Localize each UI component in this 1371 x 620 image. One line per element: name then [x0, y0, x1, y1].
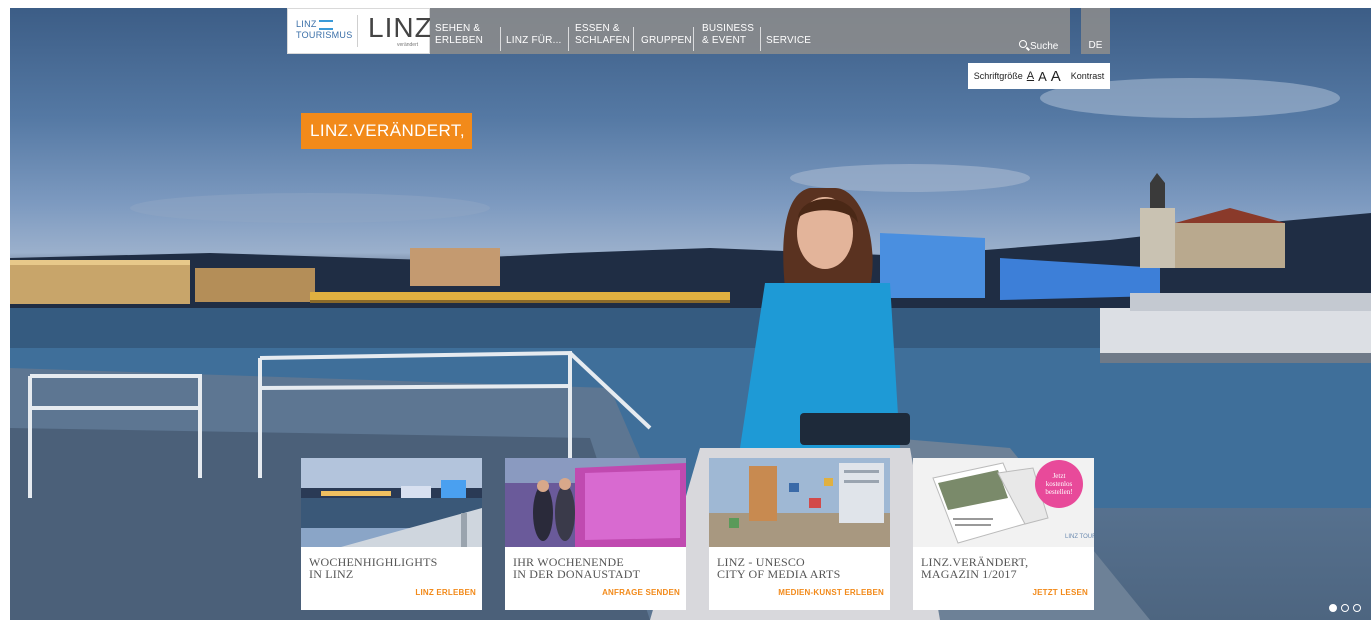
card-title: LINZ.VERÄNDERT, MAGAZIN 1/2017 — [921, 555, 1029, 581]
card-cta-link[interactable]: JETZT LESEN — [1032, 588, 1088, 597]
hero-scene — [10, 78, 1371, 620]
hero-image — [10, 8, 1371, 620]
font-size-large-button[interactable]: A — [1051, 68, 1061, 85]
main-navigation: SEHEN & ERLEBEN LINZ FÜR... ESSEN & SCHL… — [430, 8, 1070, 54]
card-cta-link[interactable]: ANFRAGE SENDEN — [602, 588, 680, 597]
carousel-dot-3[interactable] — [1353, 604, 1361, 612]
card-title: WOCHENHIGHLIGHTS IN LINZ — [309, 555, 438, 581]
hero-claim: LINZ.VERÄNDERT, — [301, 113, 472, 149]
search-icon — [1019, 40, 1027, 48]
search-label: Suche — [1030, 41, 1059, 52]
nav-separator — [568, 27, 569, 51]
linz-tourismus-logo: LINZ TOURISMUS — [296, 19, 353, 40]
nav-separator — [633, 27, 634, 51]
nav-separator — [693, 27, 694, 51]
teaser-card-magazin[interactable]: Jetzt kostenlos bestellen! LINZ TOURISMU… — [913, 458, 1094, 610]
badge-line3: bestellen! — [1045, 488, 1072, 496]
language-switch[interactable]: DE — [1081, 8, 1110, 54]
badge-line1: Jetzt — [1053, 472, 1066, 480]
linz-wordmark: LINZ — [368, 12, 433, 43]
carousel-dot-1[interactable] — [1329, 604, 1337, 612]
logo-tourismus-line1: LINZ — [296, 19, 317, 29]
linz-wordmark-sub: verändert — [397, 42, 419, 48]
font-size-medium-button[interactable]: A — [1038, 69, 1047, 84]
card-title: IHR WOCHENENDE IN DER DONAUSTADT — [513, 555, 641, 581]
teaser-card-wochenhighlights[interactable]: WOCHENHIGHLIGHTS IN LINZ LINZ ERLEBEN — [301, 458, 482, 610]
card-title: LINZ - UNESCO CITY OF MEDIA ARTS — [717, 555, 841, 581]
card-image — [505, 458, 686, 547]
nav-item-gruppen[interactable]: GRUPPEN — [641, 35, 692, 47]
teaser-card-wochenende[interactable]: IHR WOCHENENDE IN DER DONAUSTADT ANFRAGE… — [505, 458, 686, 610]
card-cta-link[interactable]: MEDIEN-KUNST ERLEBEN — [778, 588, 884, 597]
logo-tourismus-line2: TOURISMUS — [296, 29, 353, 40]
nav-item-service[interactable]: SERVICE — [766, 35, 811, 47]
search-button[interactable]: Suche — [1019, 40, 1058, 52]
nav-separator — [760, 27, 761, 51]
card-image — [709, 458, 890, 547]
teaser-card-unesco[interactable]: LINZ - UNESCO CITY OF MEDIA ARTS MEDIEN-… — [709, 458, 890, 610]
nav-item-business-event[interactable]: BUSINESS & EVENT — [702, 23, 754, 47]
badge-line2: kostenlos — [1046, 480, 1073, 488]
card-image: Jetzt kostenlos bestellen! LINZ TOURISMU… — [913, 458, 1094, 547]
site-logo[interactable]: LINZ TOURISMUS LINZ verändert — [287, 8, 433, 54]
nav-item-sehen-erleben[interactable]: SEHEN & ERLEBEN — [435, 23, 483, 47]
nav-item-linz-fuer[interactable]: LINZ FÜR... — [506, 35, 562, 47]
nav-item-essen-schlafen[interactable]: ESSEN & SCHLAFEN — [575, 23, 630, 47]
wave-icon — [318, 19, 333, 30]
card-cta-link[interactable]: LINZ ERLEBEN — [415, 588, 476, 597]
card-image — [301, 458, 482, 547]
font-size-label: Schriftgröße — [973, 71, 1023, 81]
font-size-small-button[interactable]: A — [1027, 70, 1034, 82]
logo-divider — [357, 15, 358, 47]
carousel-dot-2[interactable] — [1341, 604, 1349, 612]
carousel-dots — [1329, 604, 1361, 612]
accessibility-bar: Schriftgröße A A A Kontrast — [968, 63, 1110, 89]
magazine-logo: LINZ TOURISMUS — [1065, 534, 1094, 540]
contrast-toggle[interactable]: Kontrast — [1071, 71, 1105, 81]
nav-separator — [500, 27, 501, 51]
